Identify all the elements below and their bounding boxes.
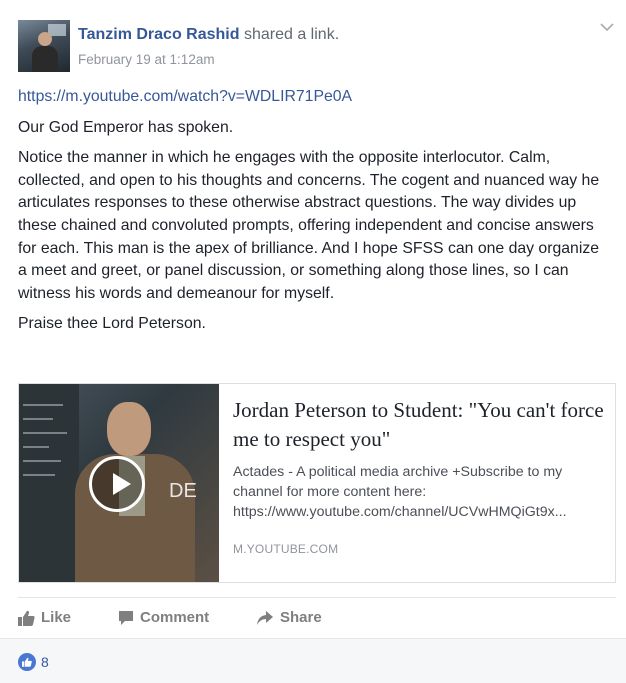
author-line: Tanzim Draco Rashid shared a link. <box>78 26 339 44</box>
share-arrow-icon <box>257 610 273 625</box>
reactions-footer: 8 <box>0 638 626 683</box>
like-label: Like <box>41 609 72 626</box>
share-label: Share <box>280 609 322 626</box>
thumbnail-wall-text: DE <box>169 480 197 502</box>
like-reaction-icon <box>18 653 36 671</box>
author-name[interactable]: Tanzim Draco Rashid <box>78 26 240 43</box>
avatar-head <box>38 32 52 46</box>
link-card-domain: M.YOUTUBE.COM <box>233 542 339 556</box>
comment-label: Comment <box>140 609 210 626</box>
like-button[interactable]: Like <box>18 609 71 626</box>
shared-link-url[interactable]: https://m.youtube.com/watch?v=WDLIR71Pe0… <box>18 86 608 109</box>
description-line: channel for more content here: <box>233 484 427 500</box>
link-card-title[interactable]: Jordan Peterson to Student: "You can't f… <box>233 396 605 454</box>
reaction-count: 8 <box>41 654 49 670</box>
comment-button[interactable]: Comment <box>118 609 209 626</box>
post-paragraph: Our God Emperor has spoken. <box>18 118 234 136</box>
link-preview-card[interactable]: DE Jordan Peterson to Student: "You can'… <box>18 383 616 583</box>
post-text: https://m.youtube.com/watch?v=WDLIR71Pe0… <box>18 86 608 344</box>
play-icon[interactable] <box>89 456 145 512</box>
thumbnail-person-head <box>107 402 151 456</box>
video-thumbnail[interactable]: DE <box>19 384 219 582</box>
reaction-summary[interactable]: 8 <box>18 653 49 671</box>
action-bar: Like Comment Share <box>18 597 616 638</box>
avatar[interactable] <box>18 20 70 72</box>
link-card-description: Actades - A political media archive +Sub… <box>233 462 605 522</box>
post-paragraph: Praise thee Lord Peterson. <box>18 315 206 333</box>
chevron-down-icon[interactable] <box>598 20 616 34</box>
avatar-body <box>32 46 58 72</box>
share-button[interactable]: Share <box>256 609 322 626</box>
post-timestamp[interactable]: February 19 at 1:12am <box>78 52 215 67</box>
thumbs-up-icon <box>18 610 35 626</box>
description-line: Actades - A political media archive +Sub… <box>233 464 563 480</box>
post-paragraph: Notice the manner in which he engages wi… <box>18 149 600 302</box>
author-action: shared a link. <box>243 26 340 43</box>
chalkboard <box>19 384 79 582</box>
description-line: https://www.youtube.com/channel/UCVwHMQi… <box>233 504 567 520</box>
link-card-body: Jordan Peterson to Student: "You can't f… <box>233 396 605 522</box>
comment-icon <box>119 610 133 625</box>
facebook-post: Tanzim Draco Rashid shared a link. Febru… <box>0 0 626 683</box>
